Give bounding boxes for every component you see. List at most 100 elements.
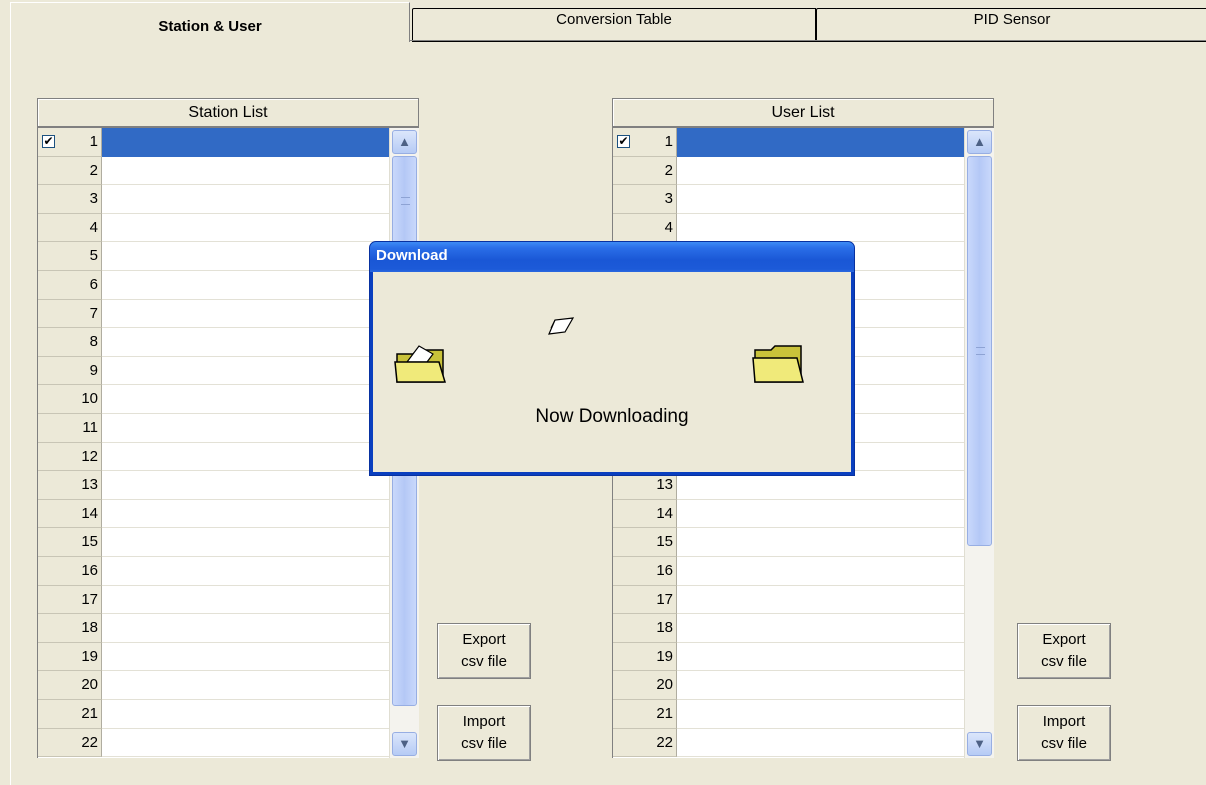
user-cell[interactable] [677,614,966,643]
station-cell[interactable] [102,242,391,271]
user-cell[interactable] [677,500,966,529]
user-cell[interactable] [677,729,966,758]
station-cell[interactable] [102,214,391,243]
user-row[interactable]: 15 [613,528,966,557]
row-number: 17 [613,585,677,615]
station-row[interactable]: 9 [38,356,391,386]
user-cell[interactable] [677,700,966,729]
station-row[interactable]: 22 [38,728,391,758]
user-cell[interactable] [677,528,966,557]
user-cell[interactable] [677,214,966,243]
station-cell[interactable] [102,357,391,386]
station-row[interactable]: 20 [38,671,391,700]
station-cell[interactable] [102,300,391,329]
station-row[interactable]: 11 [38,414,391,443]
user-cell[interactable] [677,671,966,700]
checkbox-checked-icon[interactable]: ✔ [42,135,55,148]
user-row[interactable]: 2 [613,156,966,186]
station-row[interactable]: 15 [38,528,391,557]
tab-conversion-table[interactable]: Conversion Table [412,8,816,42]
user-row[interactable]: 22 [613,728,966,758]
station-row[interactable]: 13 [38,471,391,500]
user-row[interactable]: 21 [613,700,966,729]
station-cell[interactable] [102,185,391,214]
scrollbar-thumb[interactable] [967,156,992,546]
station-cell[interactable] [102,614,391,643]
dialog-body: Now Downloading [373,272,851,472]
station-import-csv-button[interactable]: Import csv file [437,705,531,761]
row-number: 22 [38,728,102,758]
station-cell[interactable] [102,443,391,472]
scroll-down-icon[interactable]: ▼ [392,732,417,756]
user-list-scrollbar[interactable]: ▲ ▼ [964,128,994,758]
row-number: 4 [38,213,102,243]
user-export-csv-button[interactable]: Export csv file [1017,623,1111,679]
user-cell[interactable] [677,128,966,157]
tab-label: PID Sensor [973,11,1051,28]
user-row[interactable]: 3 [613,185,966,214]
station-cell[interactable] [102,328,391,357]
user-row[interactable]: 17 [613,585,966,615]
station-cell[interactable] [102,414,391,443]
user-row[interactable]: 19 [613,642,966,672]
station-row[interactable]: 18 [38,614,391,643]
row-number: 20 [613,671,677,700]
station-row[interactable]: 10 [38,385,391,414]
station-row[interactable]: 6 [38,271,391,300]
station-row[interactable]: 12 [38,442,391,472]
station-row[interactable]: 19 [38,642,391,672]
station-cell[interactable] [102,700,391,729]
user-row[interactable]: 16 [613,557,966,586]
user-cell[interactable] [677,643,966,672]
station-row[interactable]: 21 [38,700,391,729]
station-row[interactable]: 5 [38,242,391,271]
row-number: 4 [613,213,677,243]
user-row[interactable]: 1 ✔ [613,128,966,157]
station-cell[interactable] [102,671,391,700]
user-cell[interactable] [677,157,966,186]
tab-station-user[interactable]: Station & User [10,2,410,42]
station-row[interactable]: 2 [38,156,391,186]
station-cell[interactable] [102,500,391,529]
user-import-csv-button[interactable]: Import csv file [1017,705,1111,761]
station-row[interactable]: 3 [38,185,391,214]
station-cell[interactable] [102,128,391,157]
row-number: 14 [613,499,677,529]
station-row[interactable]: 7 [38,299,391,329]
station-list-grid[interactable]: 22 21 20 19 18 17 16 15 14 13 12 11 10 9 8 7 6 5 4 3 2 1 ✔ ▲ ▼ [37,128,419,758]
station-cell[interactable] [102,643,391,672]
checkbox-checked-icon[interactable]: ✔ [617,135,630,148]
station-cell[interactable] [102,586,391,615]
scroll-up-icon[interactable]: ▲ [967,130,992,154]
station-row[interactable]: 14 [38,499,391,529]
document-icon [548,317,575,335]
station-cell[interactable] [102,385,391,414]
user-row[interactable]: 14 [613,499,966,529]
station-cell[interactable] [102,729,391,758]
station-cell[interactable] [102,528,391,557]
user-cell[interactable] [677,185,966,214]
tab-pid-sensor[interactable]: PID Sensor [816,8,1206,42]
station-row[interactable]: 17 [38,585,391,615]
row-number: 22 [613,728,677,758]
folder-open-icon [394,345,447,383]
dialog-title[interactable]: Download [370,242,854,272]
station-cell[interactable] [102,557,391,586]
folder-icon [752,345,804,383]
user-row[interactable]: 20 [613,671,966,700]
station-row[interactable]: 8 [38,328,391,357]
user-cell[interactable] [677,557,966,586]
station-cell[interactable] [102,471,391,500]
station-cell[interactable] [102,271,391,300]
station-row[interactable]: 4 [38,213,391,243]
station-cell[interactable] [102,157,391,186]
station-row[interactable]: 1 ✔ [38,128,391,157]
user-row[interactable]: 18 [613,614,966,643]
scroll-up-icon[interactable]: ▲ [392,130,417,154]
scroll-down-icon[interactable]: ▼ [967,732,992,756]
station-row[interactable]: 16 [38,557,391,586]
user-cell[interactable] [677,586,966,615]
station-export-csv-button[interactable]: Export csv file [437,623,531,679]
row-number: 13 [38,471,102,500]
user-row[interactable]: 4 [613,213,966,243]
